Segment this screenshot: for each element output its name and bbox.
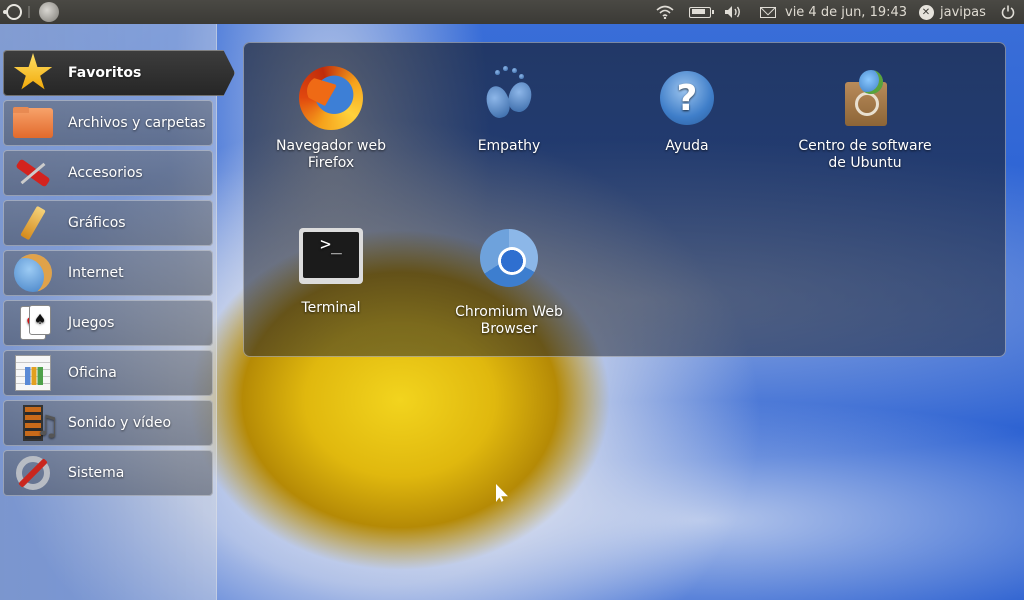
app-label: Empathy [477,138,541,154]
app-chromium[interactable]: Chromium Web Browser [429,226,589,338]
graphics-icon [11,203,55,243]
category-oficina[interactable]: Oficina [3,350,213,396]
app-label: Terminal [301,300,361,316]
username-label[interactable]: javipas [940,0,990,24]
category-favoritos[interactable]: Favoritos [3,50,235,96]
app-terminal[interactable]: >_ Terminal [251,228,411,317]
app-label: Navegador web Firefox [275,138,387,171]
category-label: Sonido y vídeo [68,415,172,431]
mail-icon[interactable] [758,0,778,24]
category-archivos-y-carpetas[interactable]: Archivos y carpetas [3,100,213,146]
top-panel: vie 4 de jun, 19:43 ✕ javipas [0,0,1024,24]
category-label: Archivos y carpetas [68,115,206,131]
panel-separator [28,6,30,18]
category-graficos[interactable]: Gráficos [3,200,213,246]
app-label: Ayuda [665,138,709,154]
category-label: Sistema [68,465,125,481]
category-label: Favoritos [68,65,142,81]
volume-icon[interactable] [722,0,744,24]
app-software-center[interactable]: Centro de software de Ubuntu [785,66,945,172]
star-icon [11,53,55,93]
category-accesorios[interactable]: Accesorios [3,150,213,196]
favorites-panel: Navegador web Firefox Empathy ? Ayuda Ce… [243,42,1006,357]
category-sistema[interactable]: Sistema [3,450,213,496]
firefox-icon [299,66,363,130]
app-empathy[interactable]: Empathy [429,66,589,155]
app-label: Centro de software de Ubuntu [798,138,932,171]
category-internet[interactable]: Internet [3,250,213,296]
power-icon[interactable] [998,0,1018,24]
accessories-icon [11,153,55,193]
app-label: Chromium Web Browser [455,304,563,337]
chromium-icon [480,229,538,287]
software-center-icon [833,66,897,130]
clock[interactable]: vie 4 de jun, 19:43 [785,0,915,24]
category-label: Oficina [68,365,117,381]
empathy-icon [477,66,541,130]
help-icon: ? [660,71,714,125]
category-label: Accesorios [68,165,143,181]
app-firefox[interactable]: Navegador web Firefox [251,66,411,172]
category-label: Gráficos [68,215,126,231]
mouse-cursor-icon [496,484,508,502]
category-juegos[interactable]: ♥♠ Juegos [3,300,213,346]
ubuntu-logo-icon[interactable] [3,0,24,24]
app-indicator-icon[interactable] [38,0,60,24]
user-status-icon[interactable]: ✕ [918,0,934,24]
folder-icon [11,103,55,143]
games-icon: ♥♠ [11,303,55,343]
app-ayuda[interactable]: ? Ayuda [607,66,767,155]
category-label: Internet [68,265,124,281]
office-icon [11,353,55,393]
internet-icon [11,253,55,293]
category-label: Juegos [68,315,115,331]
battery-icon[interactable] [687,0,714,24]
terminal-icon: >_ [299,228,363,284]
wifi-icon[interactable] [655,0,675,24]
multimedia-icon: ♫ [11,403,60,443]
category-sonido-y-video[interactable]: ♫ Sonido y vídeo [3,400,213,446]
system-icon [11,453,55,493]
